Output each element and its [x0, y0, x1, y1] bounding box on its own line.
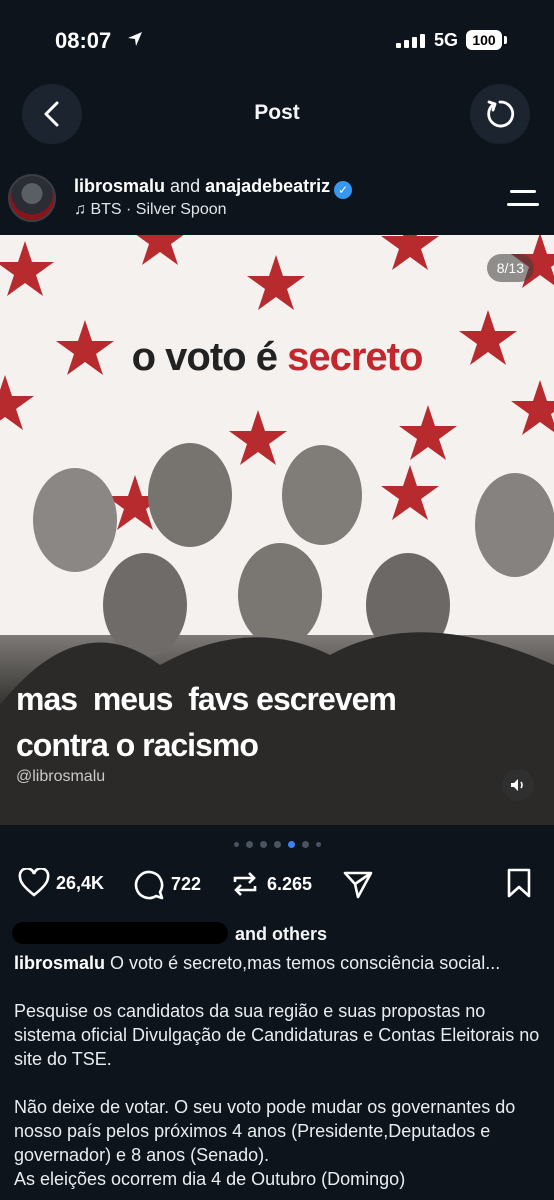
speaker-icon	[511, 779, 523, 791]
carousel-dot	[301, 841, 309, 848]
post-authors: librosmalu and anajadebeatriz ✓	[74, 176, 353, 199]
menu-line	[510, 190, 536, 193]
caption-paragraph-2: Pesquise os candidatos da sua região e s…	[14, 1001, 540, 1069]
image-counter: 8/13	[486, 254, 534, 282]
caption-paragraph-4: As eleições ocorrem dia 4 de Outubro (Do…	[14, 1169, 406, 1189]
image-overlay-line2: contra o racismo	[16, 727, 259, 763]
sound-toggle-button[interactable]	[502, 769, 534, 801]
share-button[interactable]	[342, 868, 374, 900]
avatar[interactable]	[8, 174, 56, 222]
headline-part2: secreto	[287, 335, 423, 379]
heart-icon	[18, 868, 50, 897]
carousel-dot	[273, 841, 281, 848]
bookmark-icon	[507, 868, 531, 898]
image-overlay-line1: mas meus favs escrevem	[16, 681, 397, 717]
send-icon	[343, 871, 373, 899]
liked-by-suffix: and others	[235, 924, 328, 944]
username-link[interactable]: librosmalu	[74, 176, 165, 196]
coauthor-link[interactable]: anajadebeatriz	[205, 176, 330, 196]
more-options-button[interactable]	[507, 188, 539, 208]
cellular-signal-icon	[396, 34, 428, 53]
like-button[interactable]: 26,4K	[18, 868, 104, 898]
repost-icon	[233, 872, 257, 896]
status-bar: 08:07 5G 100	[0, 0, 554, 80]
repost-button[interactable]: 6.265	[229, 868, 312, 900]
refresh-icon	[487, 100, 515, 128]
battery-tip	[504, 36, 507, 44]
caption-line1: O voto é secreto,mas temos consciência s…	[110, 953, 501, 973]
like-count: 26,4K	[56, 872, 105, 893]
carousel-dot	[315, 842, 321, 847]
image-headline: o voto é secreto	[0, 335, 554, 380]
carousel-dot	[233, 842, 239, 847]
verified-badge-icon: ✓	[334, 181, 353, 199]
caption-username[interactable]: librosmalu	[14, 953, 105, 973]
caption-paragraph-3: Não deixe de votar. O seu voto pode muda…	[14, 1097, 516, 1165]
carousel-dot	[245, 841, 253, 848]
post-caption: librosmalu O voto é secreto,mas temos co…	[14, 951, 544, 1191]
network-type: 5G	[434, 30, 459, 50]
status-time: 08:07	[55, 28, 112, 53]
image-watermark: @librosmalu	[16, 768, 106, 785]
headline-part1: o voto é	[131, 335, 278, 379]
save-button[interactable]	[506, 868, 532, 898]
battery-icon: 100	[466, 30, 502, 50]
location-arrow-icon	[126, 30, 144, 53]
refresh-button[interactable]	[470, 84, 530, 144]
liked-by[interactable]: and others	[12, 922, 327, 945]
carousel-dot-active	[287, 841, 295, 848]
redacted-likers	[12, 922, 228, 944]
carousel-indicator	[0, 841, 554, 848]
carousel-dot	[259, 841, 267, 848]
post-image[interactable]: 8/13 o voto é secreto mas meus favs escr…	[0, 235, 554, 825]
comment-button[interactable]: 722	[133, 868, 201, 900]
authors-connector: and	[170, 176, 201, 196]
menu-line	[507, 203, 539, 206]
repost-count: 6.265	[267, 873, 313, 894]
comment-icon	[134, 870, 164, 900]
music-link[interactable]: ♫ BTS · Silver Spoon	[74, 201, 227, 219]
comment-count: 722	[171, 873, 202, 894]
music-note-icon: ♫	[74, 201, 86, 218]
music-label: BTS · Silver Spoon	[90, 201, 227, 218]
post-actions: 26,4K 722 6.265	[0, 868, 554, 900]
